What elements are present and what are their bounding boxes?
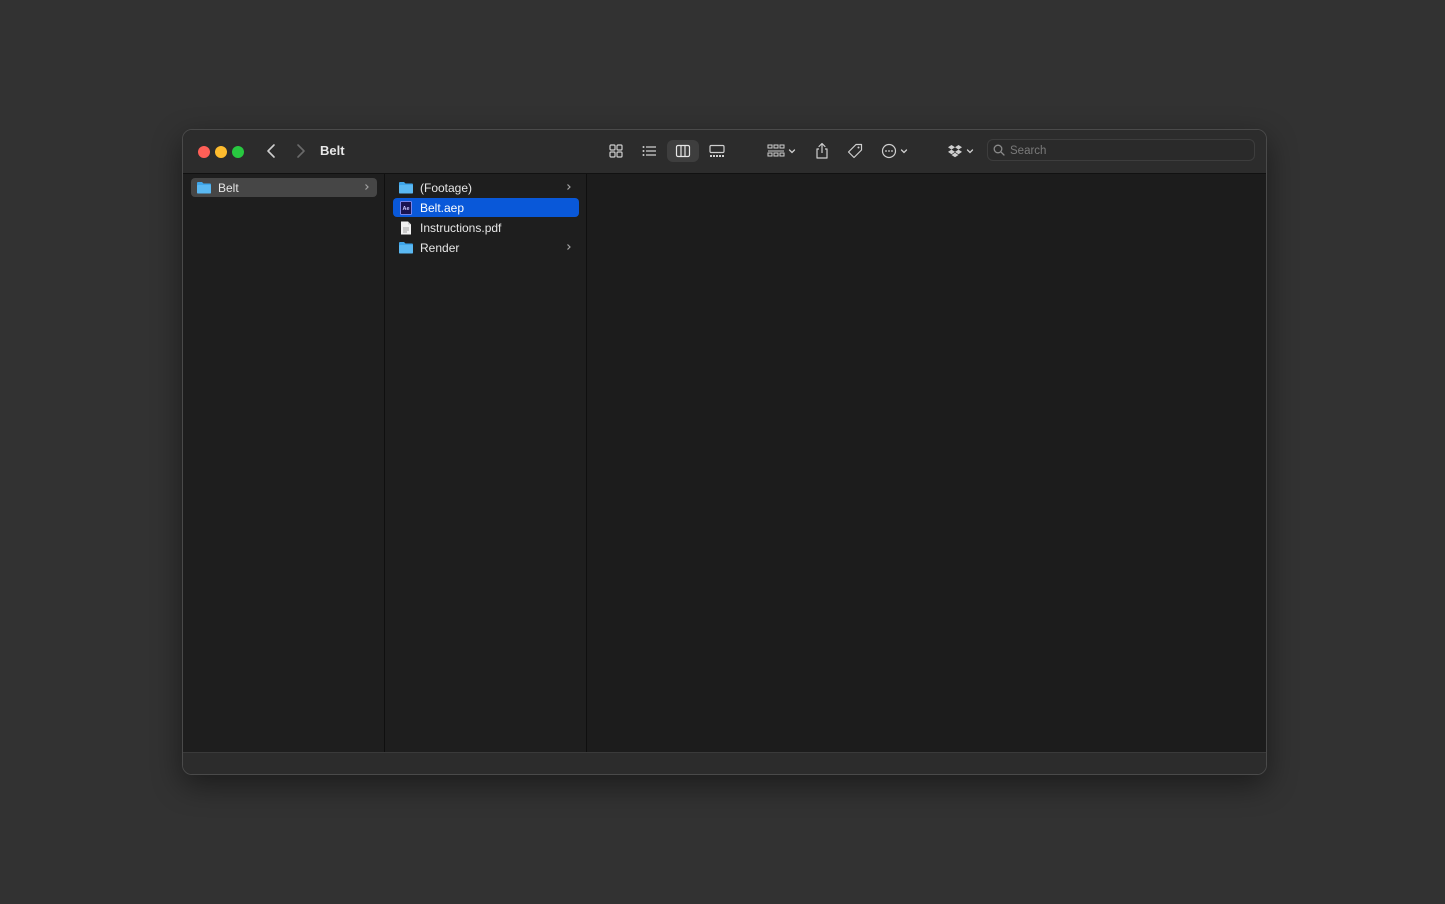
chevron-right-icon	[567, 244, 571, 250]
after-effects-file-icon: Ae	[398, 200, 414, 215]
list-item[interactable]: Ae Belt.aep	[393, 198, 579, 217]
list-item[interactable]: (Footage)	[393, 178, 579, 197]
back-button[interactable]	[262, 141, 282, 161]
svg-text:Ae: Ae	[402, 206, 409, 212]
chevron-right-icon	[365, 184, 369, 190]
search-input[interactable]	[1008, 142, 1252, 160]
list-view-button[interactable]	[637, 140, 661, 162]
column-view-icon	[675, 144, 691, 158]
zoom-button[interactable]	[232, 146, 244, 158]
chevron-down-icon	[788, 149, 796, 154]
window-title: Belt	[320, 143, 345, 158]
folder-icon	[398, 181, 414, 195]
chevron-down-icon	[900, 149, 908, 154]
pdf-document-icon	[398, 221, 414, 235]
column-1[interactable]: Belt	[183, 174, 385, 752]
icon-view-button[interactable]	[604, 140, 628, 162]
list-item[interactable]: Belt	[191, 178, 377, 197]
item-label: Instructions.pdf	[420, 220, 502, 235]
list-item[interactable]: Render	[393, 238, 579, 257]
tag-button[interactable]	[844, 140, 866, 162]
folder-icon	[196, 181, 212, 195]
chevron-right-icon	[567, 184, 571, 190]
preview-column	[587, 174, 1266, 752]
folder-icon	[398, 241, 414, 255]
column-view-button[interactable]	[667, 140, 699, 162]
chevron-down-icon	[966, 149, 974, 154]
share-button[interactable]	[811, 140, 833, 162]
close-button[interactable]	[198, 146, 210, 158]
forward-button[interactable]	[290, 141, 310, 161]
dropbox-button[interactable]	[946, 140, 976, 162]
tag-icon	[847, 143, 863, 159]
chevron-left-icon	[267, 144, 275, 158]
item-label: Belt.aep	[420, 200, 465, 215]
search-field[interactable]	[987, 139, 1255, 161]
group-button[interactable]	[765, 140, 799, 162]
list-item[interactable]: Instructions.pdf	[393, 218, 579, 237]
chevron-right-icon	[297, 144, 305, 158]
minimize-button[interactable]	[215, 146, 227, 158]
gallery-view-icon	[709, 144, 725, 157]
list-view-icon	[642, 146, 656, 156]
more-icon	[881, 143, 897, 159]
status-bar	[183, 752, 1266, 774]
column-2[interactable]: (Footage) Ae Belt.aep Instructions.pdf R…	[385, 174, 587, 752]
gallery-view-button[interactable]	[705, 140, 729, 162]
search-icon	[993, 144, 1005, 156]
item-label: Render	[420, 240, 460, 255]
title-bar: Belt	[183, 130, 1266, 174]
group-icon	[767, 144, 785, 157]
more-button[interactable]	[879, 140, 911, 162]
item-label: Belt	[218, 180, 239, 195]
dropbox-icon	[948, 145, 962, 158]
finder-window: Belt Search Belt (Footage) Ae Belt.aep I…	[182, 129, 1267, 775]
icon-view-icon	[609, 144, 623, 158]
item-label: (Footage)	[420, 180, 473, 195]
share-icon	[816, 142, 828, 159]
